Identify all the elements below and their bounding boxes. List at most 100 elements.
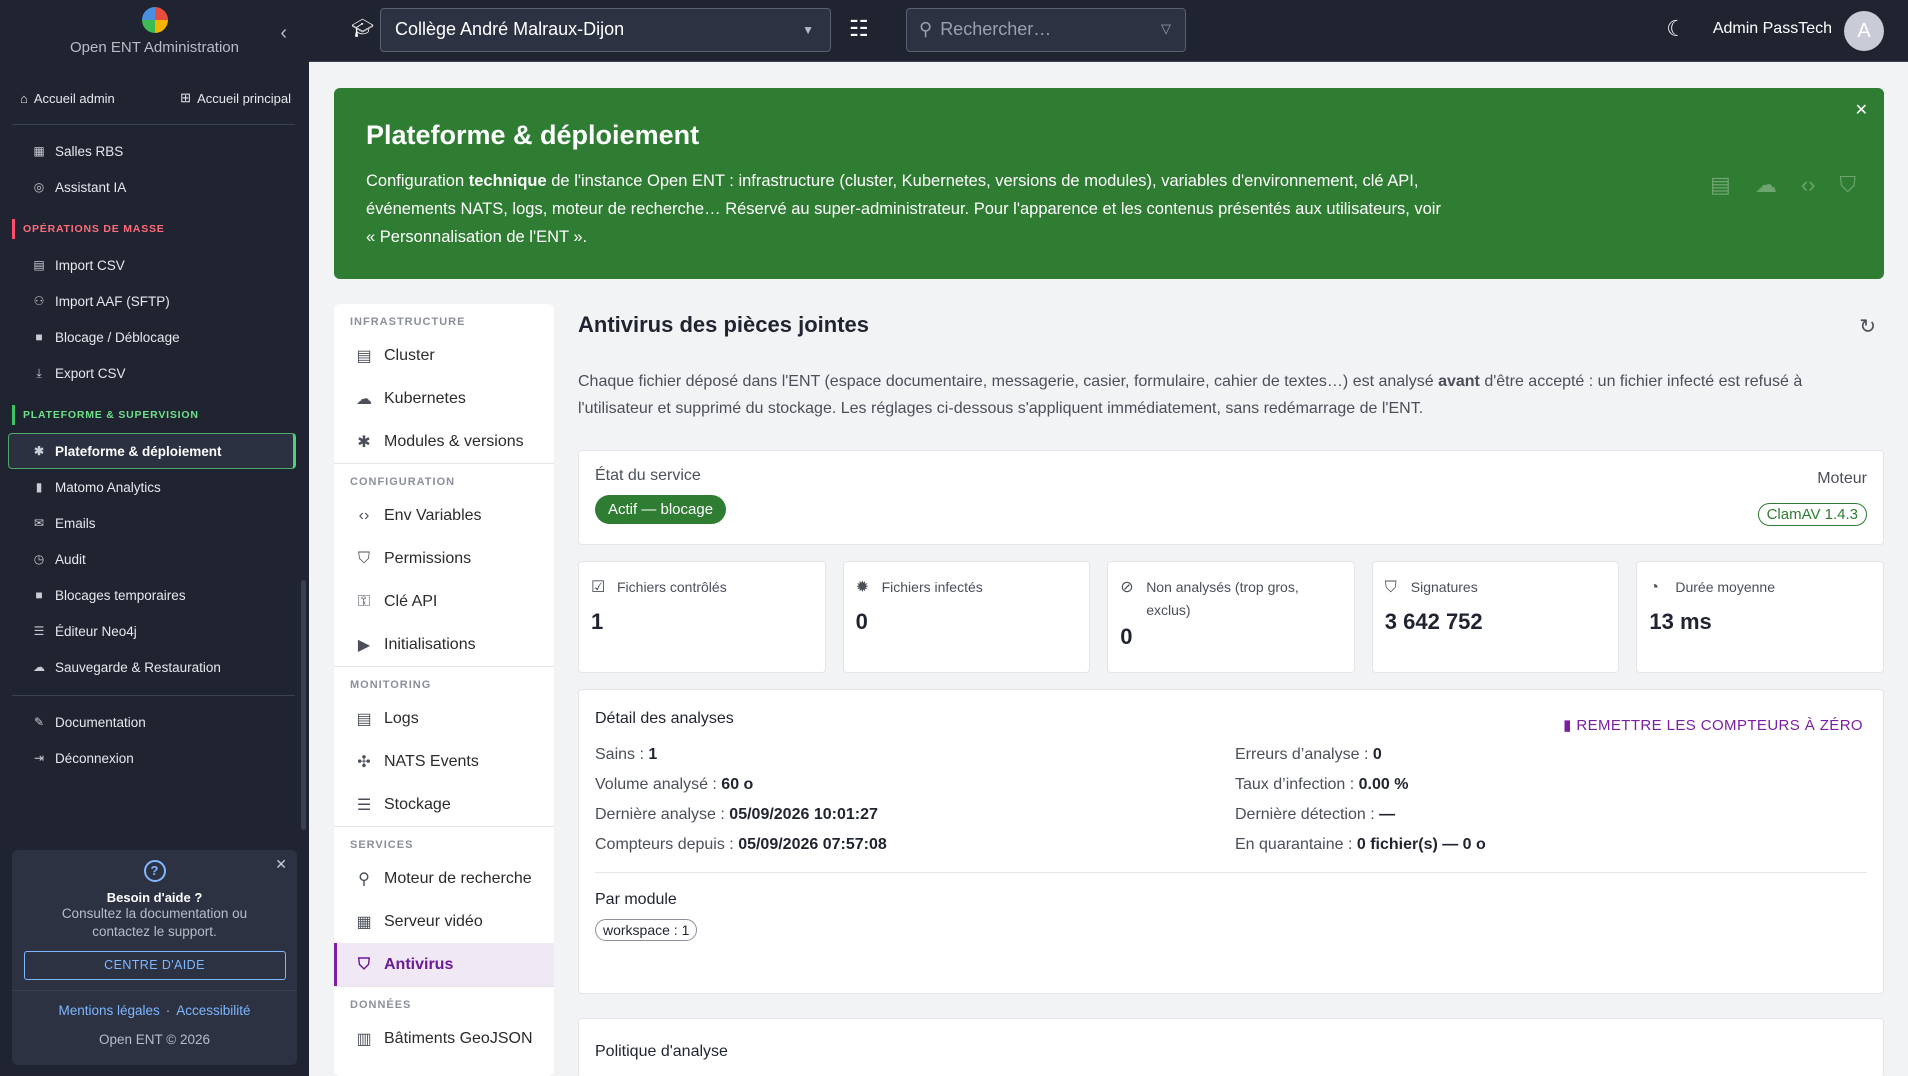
stat-value: 0 [1120,624,1133,649]
stat-label: ⛉ Signatures [1385,576,1607,599]
sidebar-item-plateforme[interactable]: ✱ Plateforme & déploiement [8,433,296,469]
subnav-label: Bâtiments GeoJSON [384,1029,533,1047]
tab-video-server[interactable]: ▦ Serveur vidéo [334,900,554,943]
refresh-icon[interactable]: ↻ [1859,314,1876,339]
lock-icon: ■ [35,330,43,344]
close-icon[interactable]: ✕ [1855,100,1868,120]
tab-cluster[interactable]: ▤ Cluster [334,334,554,377]
chevron-down-icon: ▼ [802,23,814,37]
sidebar-item-label: Documentation [55,714,146,730]
sidebar-section-platform: Plateforme & supervision [0,397,309,433]
sidebar-item-label: Blocage / Déblocage [55,329,180,345]
history-icon: ◷ [33,552,45,566]
code-icon: ‹› [358,506,370,524]
legal-link[interactable]: Mentions légales [58,1003,159,1018]
reset-label: REMETTRE LES COMPTEURS À ZÉRO [1576,717,1863,734]
subnav-label: Moteur de recherche [384,869,532,887]
sidebar-item-label: Export CSV [55,365,126,381]
stat-card: ✹ Fichiers infectés 0 [842,561,1091,673]
sidebar-item-salles-rbs[interactable]: ▦ Salles RBS [0,133,309,169]
stat-card: ☑ Fichiers contrôlés 1 [578,561,826,673]
sidebar-item-label: Sauvegarde & Restauration [55,659,221,675]
tab-search-engine[interactable]: ⚲ Moteur de recherche [334,857,554,900]
search-placeholder: Rechercher… [940,19,1052,39]
search-icon: ⚲ [919,19,933,39]
speedometer-icon: ◔ [1649,579,1660,596]
banner-title: Plateforme & déploiement [366,120,700,150]
sidebar-item-assistant-ia[interactable]: ◎ Assistant IA [0,169,309,205]
home-admin-link[interactable]: ⌂ Accueil admin [20,90,115,106]
key-icon: ⚿ [357,592,371,610]
sidebar-item-import-csv[interactable]: ▤ Import CSV [0,247,309,283]
tab-geojson[interactable]: ▥ Bâtiments GeoJSON [334,1017,554,1060]
search-input[interactable]: ⚲ Rechercher… ▽ [906,8,1186,52]
collapse-sidebar-icon[interactable]: ‹ [280,22,287,45]
close-icon[interactable]: ✕ [275,856,287,873]
page-title: Antivirus des pièces jointes [578,312,869,337]
tab-antivirus[interactable]: ⛉ Antivirus [334,943,554,986]
sidebar-scrollbar[interactable] [301,580,306,830]
tab-initialisations[interactable]: ▶ Initialisations [334,623,554,666]
pencil-icon: ✎ [33,715,45,729]
sidebar-item-matomo[interactable]: ▮ Matomo Analytics [0,469,309,505]
detail-label: Taux d’infection : [1235,776,1359,793]
tab-nats-events[interactable]: ✣ NATS Events [334,740,554,783]
detail-row: Taux d’infection : 0.00 % [1235,776,1875,794]
detail-value: 60 o [721,776,754,793]
help-center-button[interactable]: CENTRE D'AIDE [23,951,286,980]
tab-modules[interactable]: ✱ Modules & versions [334,420,554,463]
sidebar-item-blocage[interactable]: ■ Blocage / Déblocage [0,319,309,355]
subnav-section-title: Configuration [350,476,456,488]
cloud-icon: ☁ [1754,172,1777,197]
accessibility-link[interactable]: Accessibilité [176,1003,250,1018]
detail-value: 1 [648,746,658,763]
building-icon: ▦ [33,144,45,158]
sidebar-item-import-aaf[interactable]: ⚇ Import AAF (SFTP) [0,283,309,319]
tab-logs[interactable]: ▤ Logs [334,697,554,740]
reset-counters-button[interactable]: ▮ REMETTRE LES COMPTEURS À ZÉRO [1563,716,1863,734]
tab-api-key[interactable]: ⚿ Clé API [334,580,554,623]
dark-mode-icon[interactable]: ☾ [1666,16,1686,42]
stat-label: ⊘ Non analysés (trop gros, exclus) [1120,576,1342,622]
platform-subnav: Infrastructure ▤ Cluster ☁ Kubernetes ✱ Mod… [334,304,554,1076]
user-name[interactable]: Admin PassTech [1713,20,1832,38]
subnav-label: Antivirus [384,955,454,973]
subnav-label: Cluster [384,346,435,364]
detail-label: Dernière détection : [1235,806,1380,823]
sidebar-item-export-csv[interactable]: ⤓ Export CSV [0,355,309,391]
sidebar-item-blocages-temp[interactable]: ■ Blocages temporaires [0,577,309,613]
avatar[interactable]: A [1844,11,1884,51]
users-import-icon: ⚇ [33,294,45,308]
home-main-link[interactable]: ⊞ Accueil principal [180,90,291,106]
sidebar-item-sauvegarde[interactable]: ☁ Sauvegarde & Restauration [0,649,309,685]
stat-label: ◔ Durée moyenne [1649,576,1871,599]
funnel-icon[interactable]: ▽ [1161,21,1171,37]
list-icon: ☰ [33,624,45,638]
school-select[interactable]: Collège André Malraux-Dijon ▼ [380,8,831,52]
sidebar-item-label: Emails [55,515,96,531]
detail-value: — [1379,806,1396,823]
detail-row: Dernière détection : — [1235,806,1875,824]
tab-env-variables[interactable]: ‹› Env Variables [334,494,554,537]
sidebar-item-audit[interactable]: ◷ Audit [0,541,309,577]
tab-permissions[interactable]: ⛉ Permissions [334,537,554,580]
sidebar-item-neo4j[interactable]: ☰ Éditeur Neo4j [0,613,309,649]
detail-label: Dernière analyse : [595,806,730,823]
detail-row: Compteurs depuis : 05/09/2026 07:57:08 [595,836,1235,854]
tab-stockage[interactable]: ☰ Stockage [334,783,554,826]
download-icon: ⤓ [36,365,42,380]
sidebar-item-documentation[interactable]: ✎ Documentation [0,704,309,740]
section-title: Opérations de masse [23,223,165,235]
sidebar-divider [12,124,295,125]
sidebar-item-label: Audit [55,551,86,567]
policy-title: Politique d'analyse [595,1043,728,1060]
section-bar [12,405,15,425]
subnav-label: Permissions [384,549,472,567]
server-icon: ▤ [1710,172,1731,197]
tab-kubernetes[interactable]: ☁ Kubernetes [334,377,554,420]
sidebar-item-emails[interactable]: ✉ Emails [0,505,309,541]
filter-settings-icon[interactable]: ☷ [849,16,869,42]
detail-value: 0 fichier(s) — 0 o [1356,836,1486,853]
chart-icon: ▮ [35,480,43,494]
sidebar-item-deconnexion[interactable]: ⇥ Déconnexion [0,740,309,776]
